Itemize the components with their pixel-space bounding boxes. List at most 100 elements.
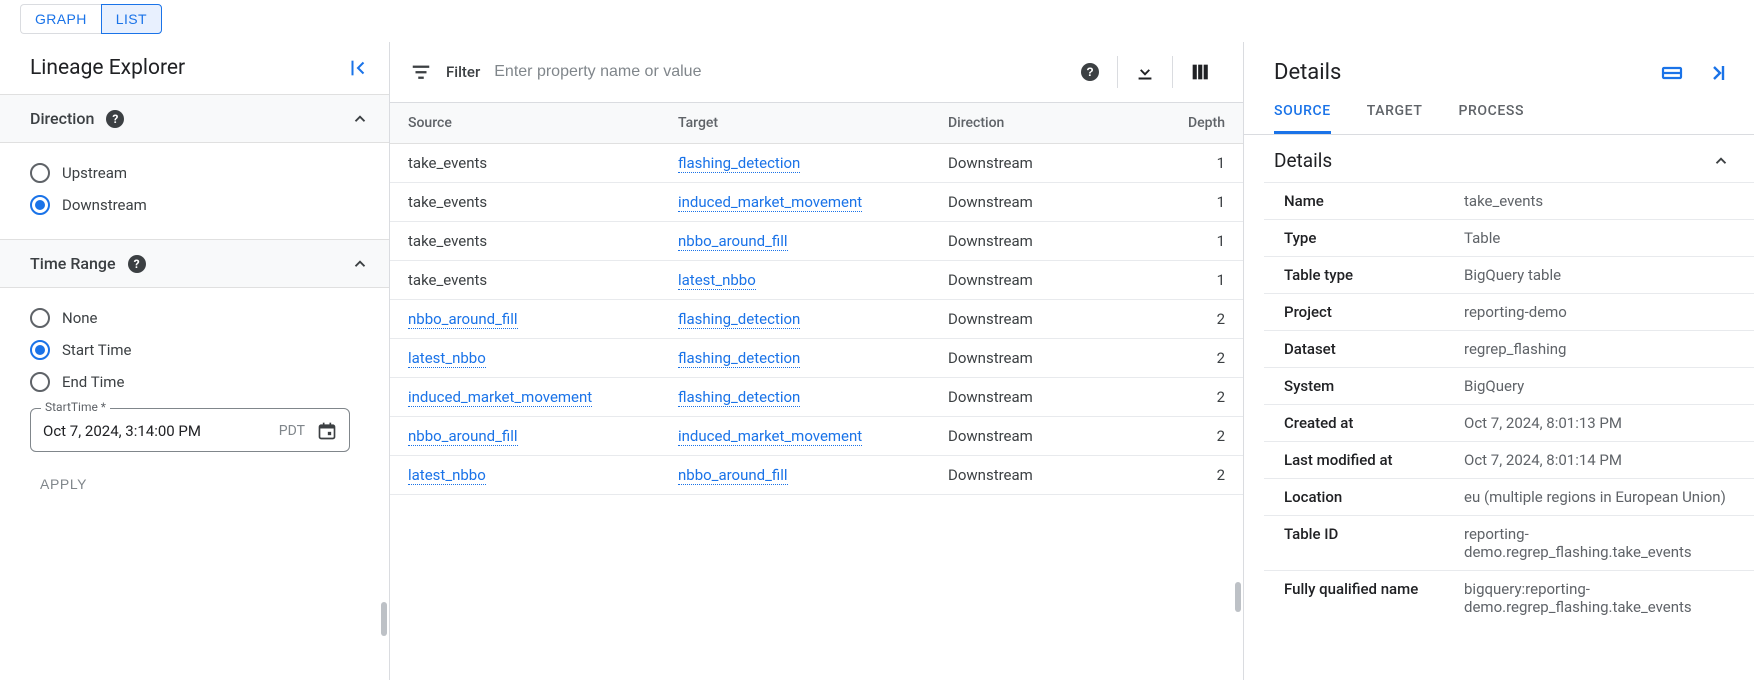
details-tab-target[interactable]: TARGET: [1367, 103, 1423, 134]
target-cell[interactable]: nbbo_around_fill: [678, 232, 788, 251]
col-depth[interactable]: Depth: [1133, 103, 1243, 144]
col-source[interactable]: Source: [390, 103, 660, 144]
target-cell[interactable]: induced_market_movement: [678, 193, 862, 212]
details-key: System: [1264, 368, 1444, 405]
source-cell[interactable]: latest_nbbo: [408, 466, 486, 485]
radio-downstream-label: Downstream: [62, 196, 147, 214]
apply-button[interactable]: APPLY: [40, 476, 87, 492]
details-row: Table IDreporting-demo.regrep_flashing.t…: [1264, 516, 1754, 571]
target-cell[interactable]: flashing_detection: [678, 154, 800, 173]
columns-button[interactable]: [1177, 56, 1223, 88]
sidebar-scrollbar[interactable]: [381, 602, 387, 636]
target-cell[interactable]: flashing_detection: [678, 349, 800, 368]
details-value: Table: [1444, 220, 1754, 257]
radio-downstream[interactable]: Downstream: [30, 189, 369, 221]
center-scrollbar[interactable]: [1235, 582, 1241, 612]
target-cell[interactable]: latest_nbbo: [678, 271, 756, 290]
direction-cell: Downstream: [930, 417, 1133, 456]
start-time-field[interactable]: StartTime * Oct 7, 2024, 3:14:00 PM PDT: [30, 408, 350, 452]
radio-none-label: None: [62, 309, 98, 327]
radio-none[interactable]: None: [30, 302, 369, 334]
direction-cell: Downstream: [930, 222, 1133, 261]
view-tab-list[interactable]: LIST: [101, 4, 162, 34]
details-key: Name: [1264, 183, 1444, 220]
details-tab-source[interactable]: SOURCE: [1274, 103, 1331, 134]
radio-start-label: Start Time: [62, 341, 131, 359]
details-value: reporting-demo: [1444, 294, 1754, 331]
time-range-label: Time Range: [30, 254, 116, 273]
table-row: take_eventsflashing_detectionDownstream1: [390, 144, 1243, 183]
details-value: Oct 7, 2024, 8:01:14 PM: [1444, 442, 1754, 479]
details-value: BigQuery: [1444, 368, 1754, 405]
details-key: Location: [1264, 479, 1444, 516]
col-direction[interactable]: Direction: [930, 103, 1133, 144]
direction-section-header[interactable]: Direction ?: [0, 94, 389, 143]
start-time-tz: PDT: [279, 423, 305, 439]
source-cell: take_events: [408, 232, 487, 250]
source-cell[interactable]: latest_nbbo: [408, 349, 486, 368]
filter-help-button[interactable]: ?: [1067, 56, 1113, 88]
details-row: TypeTable: [1264, 220, 1754, 257]
table-row: latest_nbbonbbo_around_fillDownstream2: [390, 456, 1243, 495]
chevron-up-icon: [1712, 152, 1730, 170]
target-cell[interactable]: nbbo_around_fill: [678, 466, 788, 485]
details-row: Created atOct 7, 2024, 8:01:13 PM: [1264, 405, 1754, 442]
calendar-icon[interactable]: [317, 421, 337, 441]
depth-cell: 1: [1133, 222, 1243, 261]
sidebar-title: Lineage Explorer: [30, 56, 185, 80]
target-cell[interactable]: flashing_detection: [678, 310, 800, 329]
details-title: Details: [1274, 60, 1341, 85]
source-cell: take_events: [408, 271, 487, 289]
details-value: eu (multiple regions in European Union): [1444, 479, 1754, 516]
collapse-sidebar-icon[interactable]: [347, 57, 369, 79]
depth-cell: 2: [1133, 417, 1243, 456]
source-cell: take_events: [408, 154, 487, 172]
radio-end-label: End Time: [62, 373, 124, 391]
time-range-help-icon[interactable]: ?: [128, 255, 146, 273]
details-row: Table typeBigQuery table: [1264, 257, 1754, 294]
details-row: Locationeu (multiple regions in European…: [1264, 479, 1754, 516]
table-row: take_events nbbo_around_fill Downstream1: [390, 222, 1243, 261]
start-time-float-label: StartTime *: [41, 400, 110, 414]
radio-upstream[interactable]: Upstream: [30, 157, 369, 189]
details-sub-header[interactable]: Details: [1244, 135, 1754, 182]
details-value: take_events: [1444, 183, 1754, 220]
details-value: Oct 7, 2024, 8:01:13 PM: [1444, 405, 1754, 442]
details-value: regrep_flashing: [1444, 331, 1754, 368]
depth-cell: 1: [1133, 183, 1243, 222]
depth-cell: 2: [1133, 378, 1243, 417]
radio-start-time[interactable]: Start Time: [30, 334, 369, 366]
details-value: reporting-demo.regrep_flashing.take_even…: [1444, 516, 1754, 571]
expand-panel-icon[interactable]: [1660, 61, 1684, 85]
table-row: nbbo_around_fillflashing_detectionDownst…: [390, 300, 1243, 339]
details-key: Dataset: [1264, 331, 1444, 368]
source-cell[interactable]: nbbo_around_fill: [408, 427, 518, 446]
radio-end-time[interactable]: End Time: [30, 366, 369, 398]
download-button[interactable]: [1122, 56, 1168, 88]
target-cell[interactable]: induced_market_movement: [678, 427, 862, 446]
time-range-section-header[interactable]: Time Range ?: [0, 239, 389, 288]
source-cell[interactable]: induced_market_movement: [408, 388, 592, 407]
direction-cell: Downstream: [930, 144, 1133, 183]
filter-input[interactable]: [494, 63, 1053, 81]
details-row: SystemBigQuery: [1264, 368, 1754, 405]
details-row: Fully qualified namebigquery:reporting-d…: [1264, 571, 1754, 626]
depth-cell: 2: [1133, 300, 1243, 339]
details-panel: Details SOURCE TARGET: [1244, 42, 1754, 680]
target-cell[interactable]: flashing_detection: [678, 388, 800, 407]
col-target[interactable]: Target: [660, 103, 930, 144]
details-tab-process[interactable]: PROCESS: [1458, 103, 1524, 134]
details-sub-header-label: Details: [1274, 149, 1332, 172]
view-tab-graph[interactable]: GRAPH: [20, 4, 101, 34]
table-row: latest_nbboflashing_detectionDownstream2: [390, 339, 1243, 378]
table-row: nbbo_around_fill induced_market_movement D…: [390, 417, 1243, 456]
direction-help-icon[interactable]: ?: [106, 110, 124, 128]
details-kv-table: Nametake_eventsTypeTableTable typeBigQue…: [1264, 182, 1754, 625]
source-cell[interactable]: nbbo_around_fill: [408, 310, 518, 329]
filter-label: Filter: [446, 63, 480, 81]
direction-cell: Downstream: [930, 261, 1133, 300]
depth-cell: 2: [1133, 456, 1243, 495]
close-details-icon[interactable]: [1706, 61, 1730, 85]
table-row: take_eventsinduced_market_movementDownst…: [390, 183, 1243, 222]
filter-icon: [410, 61, 432, 83]
